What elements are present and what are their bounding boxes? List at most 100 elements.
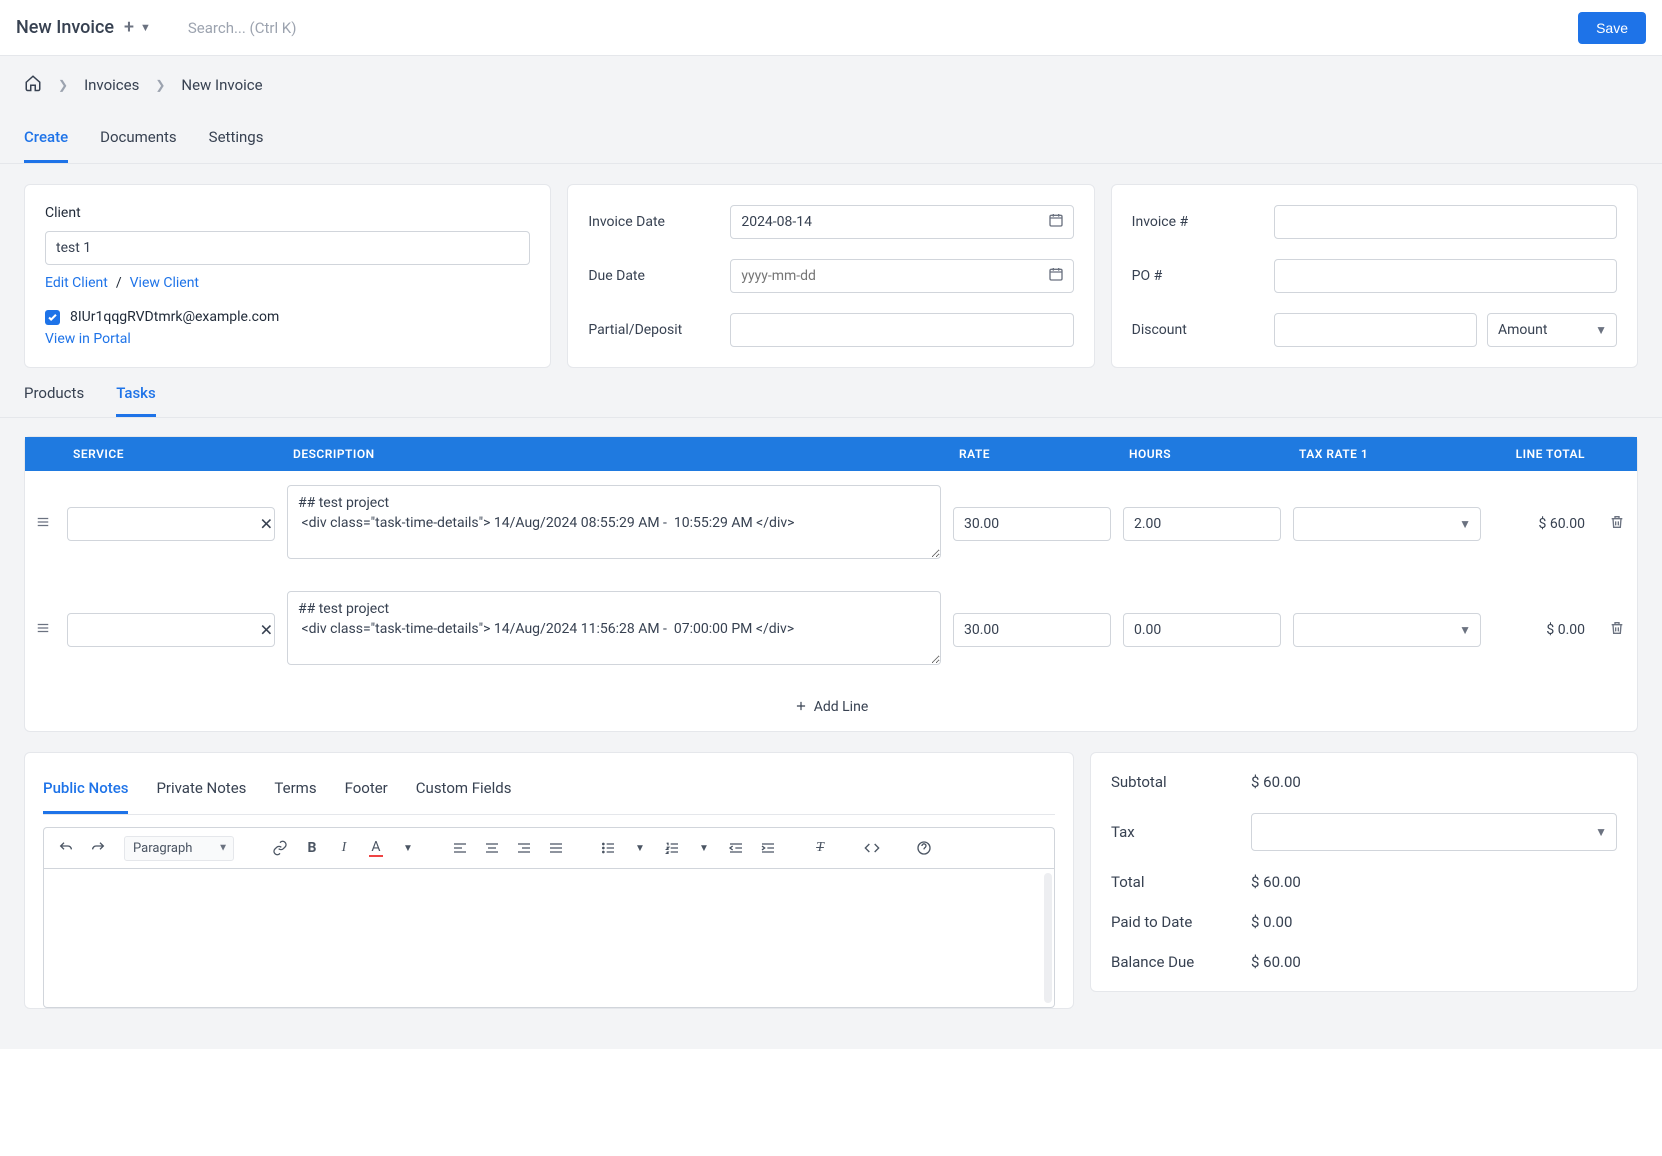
scrollbar[interactable] [1044,873,1052,1003]
service-input[interactable] [67,507,275,541]
totals-card: Subtotal $ 60.00 Tax ▼ Total $ 60.00 Pai… [1090,752,1638,992]
tax-rate-select[interactable] [1293,507,1481,541]
due-date-input[interactable] [730,259,1073,293]
po-input[interactable] [1274,259,1617,293]
numbered-list-icon[interactable] [658,834,686,862]
service-input[interactable] [67,613,275,647]
tab-terms[interactable]: Terms [274,771,316,814]
discount-type-select[interactable]: Amount [1487,313,1617,347]
line-item-tabs: Products Tasks [0,368,1662,418]
home-icon[interactable] [24,74,42,96]
drag-handle-icon[interactable] [25,515,61,533]
code-icon[interactable] [858,834,886,862]
indent-icon[interactable] [754,834,782,862]
clear-icon[interactable]: ✕ [260,621,273,640]
client-input[interactable] [45,231,530,265]
tab-custom-fields[interactable]: Custom Fields [416,771,512,814]
partial-label: Partial/Deposit [588,322,718,338]
discount-input[interactable] [1274,313,1477,347]
paid-value: $ 0.00 [1251,913,1292,931]
rate-input[interactable] [953,507,1111,541]
help-icon[interactable] [910,834,938,862]
description-input[interactable] [287,591,941,665]
col-tax: TAX RATE 1 [1287,437,1487,471]
breadcrumb: ❯ Invoices ❯ New Invoice [0,56,1662,114]
chevron-right-icon: ❯ [155,78,165,92]
po-label: PO # [1132,268,1262,284]
view-portal-link[interactable]: View in Portal [45,331,131,347]
tab-private-notes[interactable]: Private Notes [156,771,246,814]
clear-format-icon[interactable]: T [806,834,834,862]
save-button[interactable]: Save [1578,12,1646,44]
redo-icon[interactable] [84,834,112,862]
rate-input[interactable] [953,613,1111,647]
hours-input[interactable] [1123,507,1281,541]
description-input[interactable] [287,485,941,559]
add-icon[interactable]: + [124,17,134,38]
bullet-list-icon[interactable] [594,834,622,862]
paid-label: Paid to Date [1111,913,1251,931]
invoice-no-label: Invoice # [1132,214,1262,230]
email-checkbox[interactable] [45,310,60,325]
chevron-down-icon[interactable]: ▼ [140,21,151,34]
editor-body[interactable] [43,868,1055,1008]
page-title: New Invoice [16,17,114,38]
invoice-no-input[interactable] [1274,205,1617,239]
col-total: LINE TOTAL [1487,437,1597,471]
align-justify-icon[interactable] [542,834,570,862]
numbers-card: Invoice # PO # Discount Amount ▼ [1111,184,1638,368]
tab-public-notes[interactable]: Public Notes [43,771,128,814]
tab-footer[interactable]: Footer [345,771,388,814]
drag-handle-icon[interactable] [25,621,61,639]
breadcrumb-invoices[interactable]: Invoices [84,76,139,94]
chevron-down-icon[interactable]: ▼ [690,834,718,862]
hours-input[interactable] [1123,613,1281,647]
align-left-icon[interactable] [446,834,474,862]
align-right-icon[interactable] [510,834,538,862]
add-line-button[interactable]: Add Line [25,683,1637,731]
line-total: $ 60.00 [1487,516,1597,532]
chevron-down-icon[interactable]: ▼ [626,834,654,862]
partial-input[interactable] [730,313,1073,347]
view-client-link[interactable]: View Client [130,275,199,291]
italic-icon[interactable]: I [330,834,358,862]
align-center-icon[interactable] [478,834,506,862]
tab-settings[interactable]: Settings [209,114,264,163]
subtotal-value: $ 60.00 [1251,773,1301,791]
client-label: Client [45,205,530,221]
total-label: Total [1111,873,1251,891]
chevron-down-icon[interactable]: ▼ [394,834,422,862]
delete-row-icon[interactable] [1597,514,1637,534]
total-value: $ 60.00 [1251,873,1301,891]
breadcrumb-current: New Invoice [181,76,262,94]
tab-products[interactable]: Products [24,384,84,417]
chevron-right-icon: ❯ [58,78,68,92]
text-color-icon[interactable]: A [362,834,390,862]
separator: / [116,275,122,291]
tab-documents[interactable]: Documents [100,114,177,163]
main-tabs: Create Documents Settings [0,114,1662,164]
invoice-date-input[interactable] [730,205,1073,239]
edit-client-link[interactable]: Edit Client [45,275,108,291]
line-total: $ 0.00 [1487,622,1597,638]
tab-create[interactable]: Create [24,114,68,163]
clear-icon[interactable]: ✕ [260,515,273,534]
bold-icon[interactable]: B [298,834,326,862]
dates-card: Invoice Date Due Date Partia [567,184,1094,368]
topbar: New Invoice + ▼ Search... (Ctrl K) Save [0,0,1662,56]
col-service: SERVICE [61,437,281,471]
editor-toolbar: Paragraph ▼ B I A ▼ ▼ ▼ [43,827,1055,868]
undo-icon[interactable] [52,834,80,862]
tab-tasks[interactable]: Tasks [116,384,156,417]
discount-label: Discount [1132,322,1262,338]
balance-label: Balance Due [1111,953,1251,971]
search-input[interactable]: Search... (Ctrl K) [188,19,468,37]
link-icon[interactable] [266,834,294,862]
delete-row-icon[interactable] [1597,620,1637,640]
outdent-icon[interactable] [722,834,750,862]
col-description: DESCRIPTION [281,437,947,471]
line-item-row: ✕ ▼ $ 0.00 [25,577,1637,683]
tax-select[interactable] [1251,813,1617,851]
subtotal-label: Subtotal [1111,773,1251,791]
tax-rate-select[interactable] [1293,613,1481,647]
